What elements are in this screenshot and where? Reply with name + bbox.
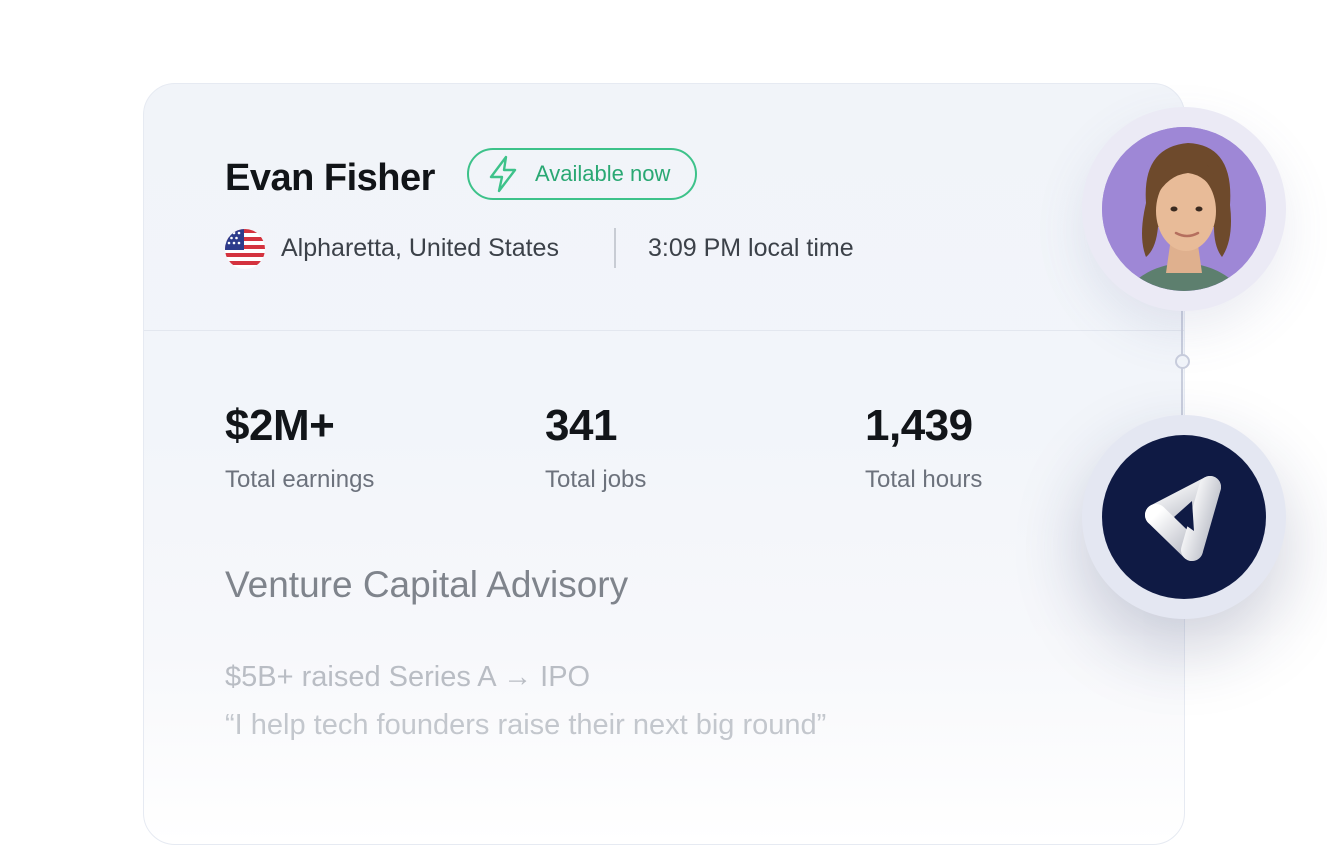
stat-total-hours: 1,439 Total hours — [865, 398, 982, 494]
connector-node — [1175, 354, 1190, 369]
stat-total-earnings: $2M+ Total earnings — [225, 398, 374, 494]
availability-badge: Available now — [467, 148, 697, 200]
lightning-icon — [489, 155, 517, 193]
specialty-title: Venture Capital Advisory — [225, 564, 629, 605]
us-flag-icon — [225, 229, 265, 269]
location-text: Alpharetta, United States — [281, 234, 559, 262]
stat-value: $2M+ — [225, 401, 335, 450]
stat-total-jobs: 341 Total jobs — [545, 398, 646, 494]
company-logo[interactable] — [1102, 435, 1266, 599]
specialty-quote: “I help tech founders raise their next b… — [225, 709, 827, 741]
availability-label: Available now — [535, 161, 671, 186]
profile-card: Evan Fisher Available now Alpharetta, Un… — [143, 83, 1185, 845]
profile-header: Evan Fisher Available now Alpharetta, Un… — [144, 84, 1184, 331]
stat-value: 341 — [545, 401, 617, 450]
company-logo-ring — [1082, 415, 1286, 619]
stat-label: Total earnings — [225, 466, 375, 493]
connector-line — [1181, 310, 1183, 430]
avatar[interactable] — [1102, 127, 1266, 291]
avatar-portrait — [1102, 127, 1266, 291]
profile-name: Evan Fisher — [225, 157, 435, 199]
company-logo-icon — [1145, 476, 1221, 561]
meta-divider — [614, 228, 616, 268]
stat-label: Total jobs — [545, 466, 647, 493]
specialty-highlight: $5B+ raised Series A → IPO — [225, 661, 591, 693]
stat-value: 1,439 — [865, 401, 973, 450]
local-time-text: 3:09 PM local time — [648, 234, 854, 262]
avatar-ring — [1082, 107, 1286, 311]
stat-label: Total hours — [865, 466, 983, 493]
